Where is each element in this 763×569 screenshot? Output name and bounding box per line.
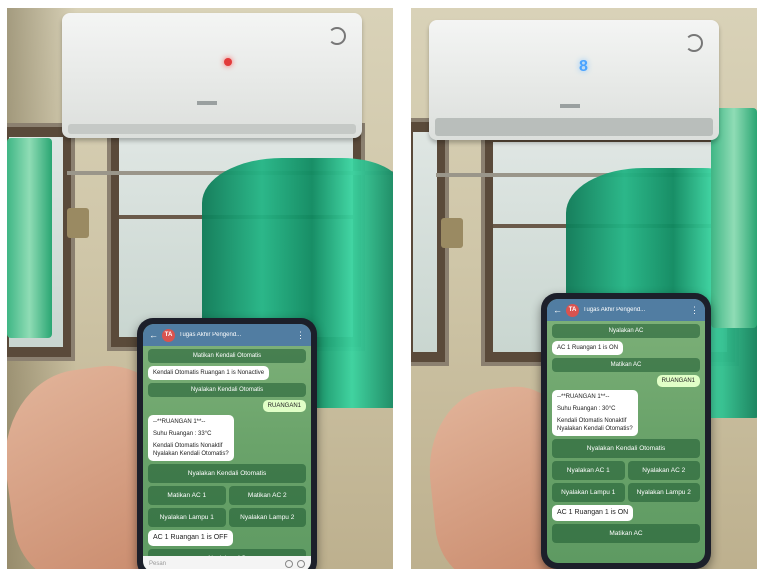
chat-area: Matikan Kendali Otomatis Kendali Otomati… [143,346,311,569]
ac-brand-logo [197,100,217,105]
telegram-screen: ← TA Tugas Akhir Pengend... ⋮ Nyalakan A… [547,299,705,563]
bot-status-message: --**RUANGAN 1**-- Suhu Ruangan : 33°C Ke… [148,415,234,462]
bot-message: Kendali Otomatis Ruangan 1 is Nonactive [148,366,270,381]
chat-header: ← TA Tugas Akhir Pengend... ⋮ [547,299,705,321]
chat-header: ← TA Tugas Akhir Pengend... ⋮ [143,324,311,346]
message-input[interactable]: Pesan [149,561,281,567]
smartphone: ← TA Tugas Akhir Pengend... ⋮ Nyalakan A… [541,293,711,569]
ac-red-indicator [224,58,232,66]
bot-status-message: --**RUANGAN 1**-- Suhu Ruangan : 30°C Ke… [552,390,638,437]
more-options-icon[interactable]: ⋮ [296,330,305,341]
user-message: RUANGAN1 [656,375,700,388]
keyboard-button[interactable]: Nyalakan AC 1 [552,461,625,481]
microphone-icon[interactable] [297,560,305,568]
keyboard-button[interactable]: Nyalakan Lampu 1 [552,483,625,503]
keyboard-button[interactable]: Nyalakan Kendali Otomatis [552,439,700,459]
chat-title[interactable]: Tugas Akhir Pengend... [179,332,292,338]
wall-switch [441,218,463,248]
ac-sensor-icon [328,27,346,45]
ac-sensor-icon [685,34,703,52]
keyboard-button[interactable]: Matikan AC 2 [228,486,306,506]
curtain-right-edge [711,108,757,328]
more-options-icon[interactable]: ⋮ [690,305,699,316]
wall-switch [67,208,89,238]
bot-ac-status-message: AC 1 Ruangan 1 is OFF [148,530,233,546]
keyboard-button[interactable]: Matikan Kendali Otomatis [148,349,306,363]
smartphone: ← TA Tugas Akhir Pengend... ⋮ Matikan Ke… [137,318,317,569]
air-conditioner-on: 8 [429,20,719,140]
keyboard-button[interactable]: Nyalakan Lampu 2 [228,508,306,528]
keyboard-button[interactable]: Matikan AC [552,523,700,543]
photo-ac-off: ← TA Tugas Akhir Pengend... ⋮ Matikan Ke… [7,8,393,569]
keyboard-button[interactable]: Matikan AC 1 [148,486,226,506]
keyboard-button[interactable]: Matikan AC [552,358,700,373]
chat-title[interactable]: Tugas Akhir Pengend... [583,307,686,313]
ac-brand-logo [559,104,580,108]
ac-temperature-display: 8 [579,58,588,75]
keyboard-button[interactable]: Nyalakan Kendali Otomatis [148,383,306,398]
chat-area: Nyalakan AC AC 1 Ruangan 1 is ON Matikan… [547,321,705,546]
photo-ac-on: 8 ← TA Tugas Akhir Pengend... ⋮ Nyalakan… [411,8,757,569]
back-arrow-icon[interactable]: ← [149,330,158,340]
keyboard-button[interactable]: Nyalakan Kendali Otomatis [148,464,306,484]
keyboard-button[interactable]: Nyalakan Lampu 1 [148,508,226,528]
bot-ac-status-message: AC 1 Ruangan 1 is ON [552,505,634,521]
keyboard-button[interactable]: Nyalakan Lampu 2 [627,483,700,503]
telegram-screen: ← TA Tugas Akhir Pengend... ⋮ Matikan Ke… [143,324,311,569]
bot-message: AC 1 Ruangan 1 is ON [552,341,624,356]
keyboard-button[interactable]: Nyalakan AC 2 [627,461,700,481]
air-conditioner-off [62,13,362,138]
back-arrow-icon[interactable]: ← [553,305,562,315]
curtain-left-edge [7,138,52,338]
user-message: RUANGAN1 [262,400,306,413]
bot-avatar[interactable]: TA [162,328,175,342]
keyboard-button[interactable]: Nyalakan AC [552,324,700,338]
attach-icon[interactable] [285,560,293,568]
bot-avatar[interactable]: TA [566,303,579,317]
message-input-bar: Pesan [143,556,311,569]
